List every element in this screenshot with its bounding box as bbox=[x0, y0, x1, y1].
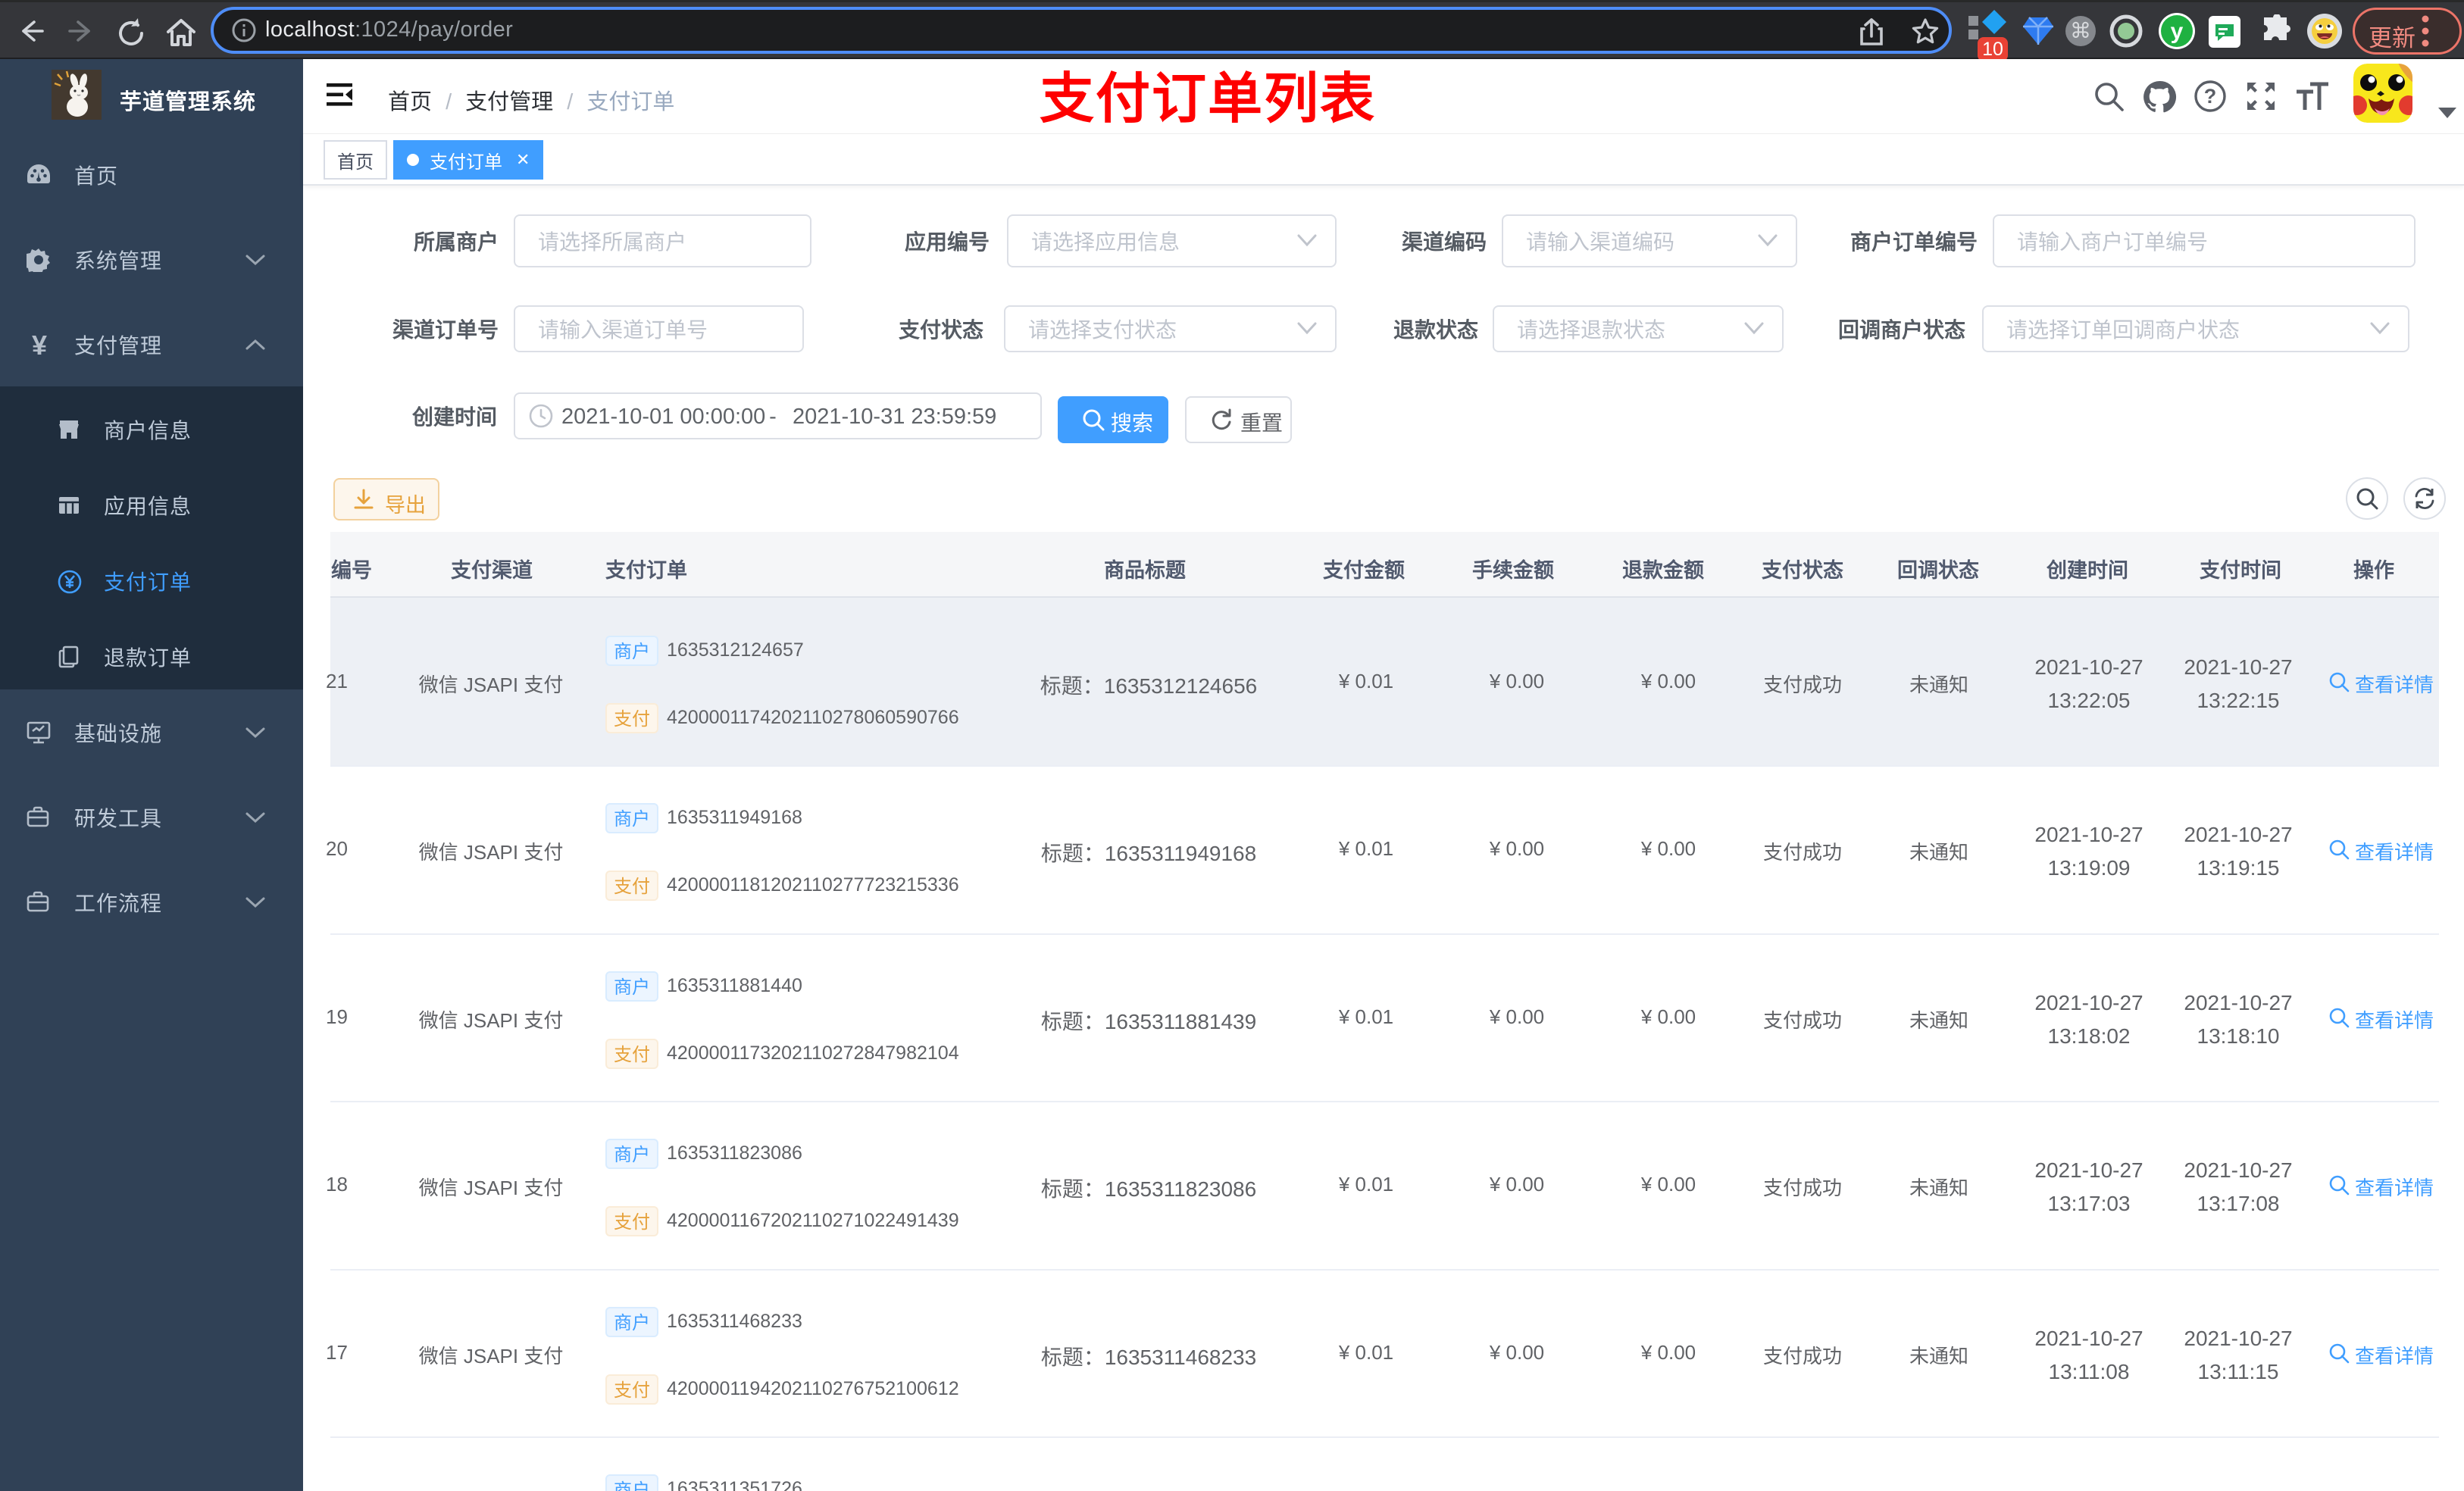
svg-text:⌘: ⌘ bbox=[2070, 19, 2091, 42]
svg-text:?: ? bbox=[2204, 85, 2217, 108]
svg-text:y: y bbox=[2171, 19, 2184, 44]
svg-text:¥: ¥ bbox=[32, 333, 47, 358]
svg-text:10: 10 bbox=[1982, 39, 2003, 60]
